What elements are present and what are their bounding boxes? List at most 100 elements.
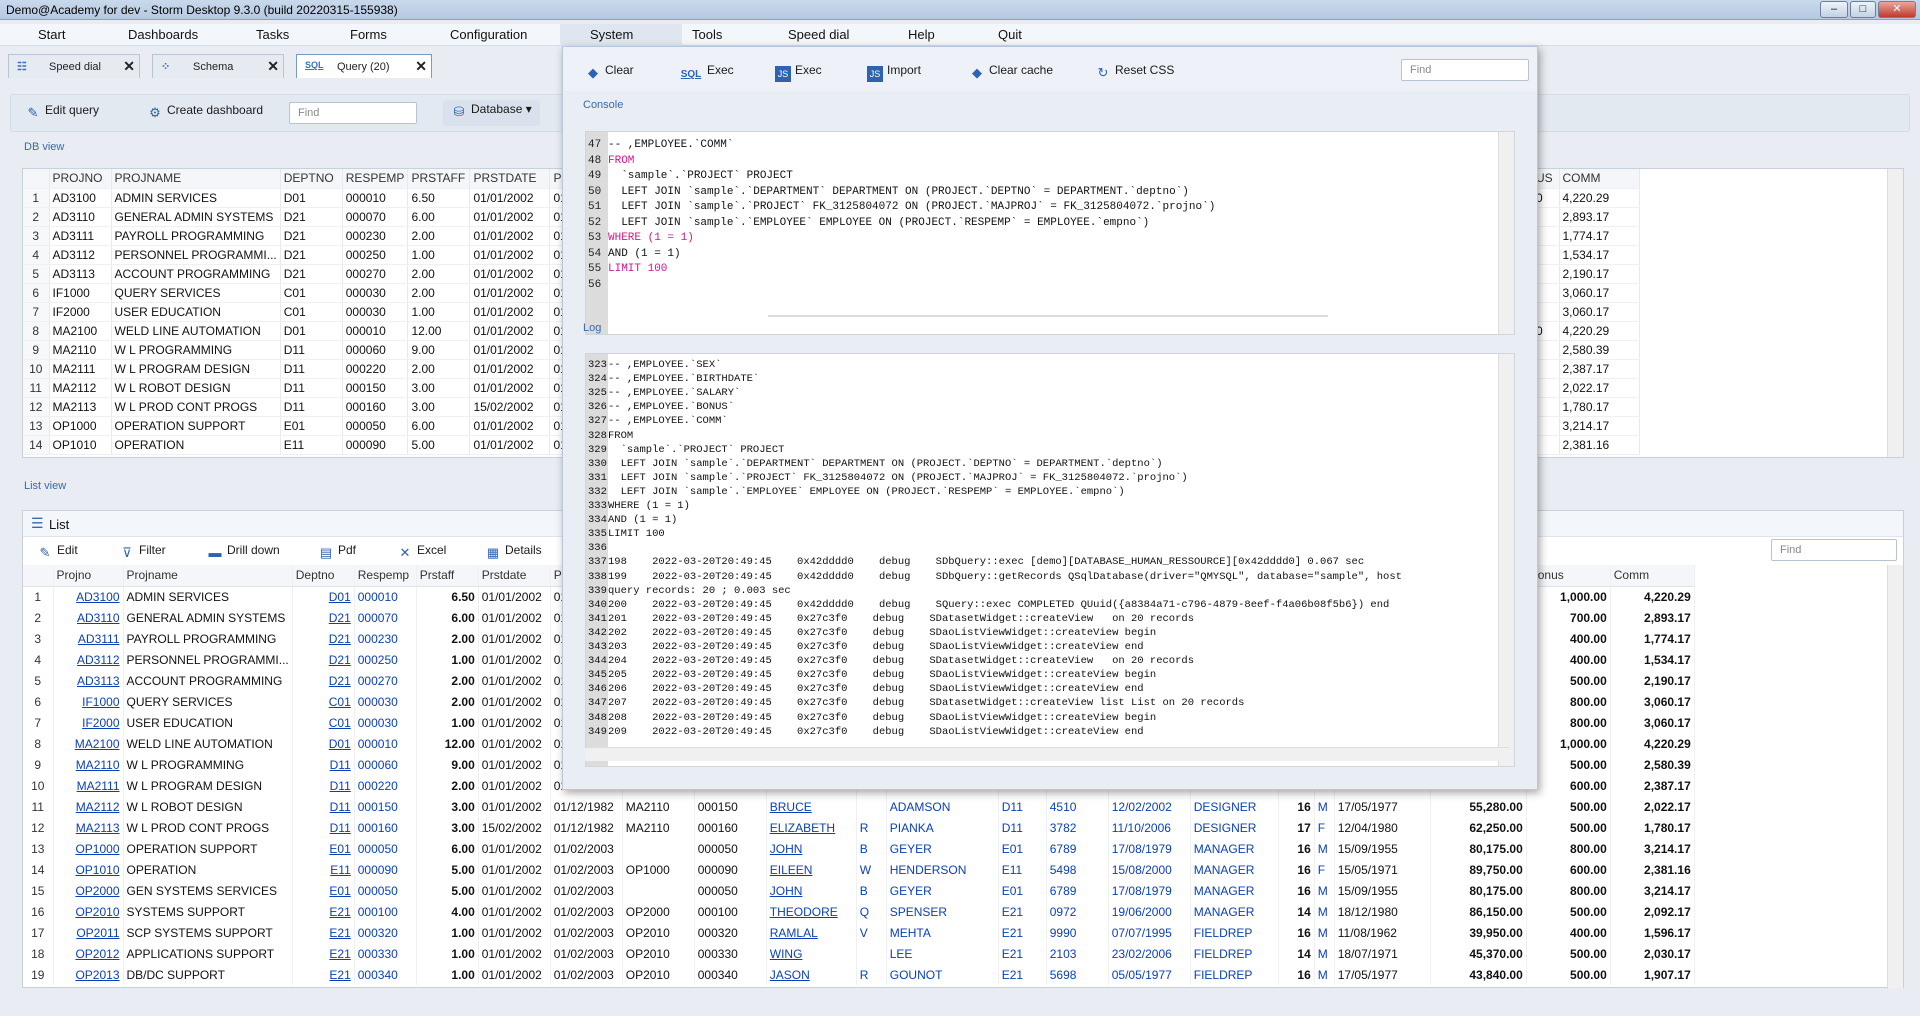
table-row[interactable]: 3,060.17 xyxy=(1533,283,1640,303)
link[interactable]: E01 xyxy=(329,884,350,898)
menu-dashboards[interactable]: Dashboards xyxy=(122,27,204,45)
db-view-scrollbar[interactable] xyxy=(1887,169,1903,457)
link[interactable]: AD3100 xyxy=(76,590,119,604)
table-row[interactable]: 3,060.17 xyxy=(1533,302,1640,322)
col-deptno[interactable]: DEPTNO xyxy=(280,169,343,189)
menu-tools[interactable]: Tools xyxy=(686,27,728,45)
table-row[interactable]: 2,580.39 xyxy=(1533,340,1640,360)
link[interactable]: THEODORE xyxy=(770,905,838,919)
drill-down-button[interactable]: ▬ Drill down xyxy=(207,543,280,561)
menu-tasks[interactable]: Tasks xyxy=(250,27,295,45)
list-scrollbar[interactable] xyxy=(1887,565,1903,989)
table-row[interactable]: 8 MA2100 WELD LINE AUTOMATION D01 000010 12.0… xyxy=(23,321,591,341)
column-header[interactable]: Projno xyxy=(53,565,124,587)
column-header[interactable]: Prstdate xyxy=(478,565,551,587)
table-row[interactable]: 7 IF2000 USER EDUCATION C01 000030 1.00 01/01/… xyxy=(23,302,591,322)
table-row[interactable]: 2,387.17 xyxy=(1533,359,1640,379)
table-row[interactable]: 1,534.17 xyxy=(1533,245,1640,265)
col-projname[interactable]: PROJNAME xyxy=(111,169,281,189)
col-prstdate[interactable]: PRSTDATE xyxy=(469,169,551,189)
list-row[interactable]: 15 OP2000 GEN SYSTEMS SERVICES E01 000050 5.0… xyxy=(23,880,1695,901)
col-comm[interactable]: COMM xyxy=(1559,169,1640,189)
link[interactable]: D21 xyxy=(329,632,351,646)
tab-query[interactable]: SQL Query (20) ✕ xyxy=(296,54,432,78)
link[interactable]: WING xyxy=(770,947,803,961)
link[interactable]: OP1010 xyxy=(75,863,119,877)
link[interactable]: E11 xyxy=(330,863,350,877)
tab-speed-dial[interactable]: ☷ Speed dial ✕ xyxy=(8,54,140,78)
link[interactable]: D01 xyxy=(329,590,351,604)
table-row[interactable]: 4 AD3112 PERSONNEL PROGRAMMI... D21 000250 1.… xyxy=(23,245,591,265)
table-row[interactable]: 10 MA2111 W L PROGRAM DESIGN D11 000220 2.00 0… xyxy=(23,359,591,379)
link[interactable]: C01 xyxy=(329,716,351,730)
table-row[interactable]: 3,214.17 xyxy=(1533,416,1640,436)
list-row[interactable]: 14 OP1010 OPERATION E11 000090 5.00 01/01/2002… xyxy=(23,859,1695,880)
link[interactable]: IF1000 xyxy=(82,695,119,709)
link[interactable]: OP2013 xyxy=(75,968,119,982)
create-dashboard-button[interactable]: ⚙ Create dashboard xyxy=(147,103,263,121)
link[interactable]: D11 xyxy=(330,758,351,772)
table-row[interactable]: 11 MA2112 W L ROBOT DESIGN D11 000150 3.00 01/… xyxy=(23,378,591,398)
system-find-input[interactable]: Find xyxy=(1401,59,1529,81)
close-icon[interactable]: ✕ xyxy=(123,58,135,75)
link[interactable]: MA2111 xyxy=(77,779,120,793)
link[interactable]: OP1000 xyxy=(75,842,119,856)
log-scrollbar[interactable] xyxy=(1498,354,1514,766)
link[interactable]: D01 xyxy=(329,737,351,751)
link[interactable]: OP2012 xyxy=(75,947,119,961)
link[interactable]: EILEEN xyxy=(770,863,813,877)
column-header[interactable]: Respemp xyxy=(354,565,417,587)
link[interactable]: AD3110 xyxy=(77,611,119,625)
list-row[interactable]: 11 MA2112 W L ROBOT DESIGN D11 000150 3.00 01/… xyxy=(23,796,1695,817)
details-button[interactable]: ▦ Details xyxy=(485,543,542,561)
table-row[interactable]: 6 IF1000 QUERY SERVICES C01 000030 2.00 01/01/… xyxy=(23,283,591,303)
link[interactable]: OP2010 xyxy=(75,905,119,919)
table-row[interactable]: 2,381.16 xyxy=(1533,435,1640,455)
link[interactable]: E21 xyxy=(329,968,350,982)
link[interactable]: D11 xyxy=(330,779,351,793)
splitter[interactable] xyxy=(768,315,1328,317)
link[interactable]: MA2110 xyxy=(76,758,120,772)
close-window-button[interactable]: ✕ xyxy=(1878,1,1916,18)
menu-icon[interactable]: ☰ xyxy=(31,515,44,532)
table-row[interactable]: 1,780.17 xyxy=(1533,397,1640,417)
table-row[interactable]: 5 AD3113 ACCOUNT PROGRAMMING D21 000270 2.00 0… xyxy=(23,264,591,284)
js-exec-button[interactable]: JS Exec xyxy=(775,63,822,82)
minimize-button[interactable]: – xyxy=(1820,1,1848,18)
link[interactable]: E01 xyxy=(329,842,350,856)
maximize-button[interactable]: □ xyxy=(1850,1,1876,18)
link[interactable]: JOHN xyxy=(770,884,803,898)
menu-forms[interactable]: Forms xyxy=(344,27,393,45)
clear-button[interactable]: ◆ Clear xyxy=(585,63,634,81)
list-find-input[interactable]: Find xyxy=(1771,539,1897,561)
table-row[interactable]: 2,190.17 xyxy=(1533,264,1640,284)
tab-schema[interactable]: ⁘ Schema ✕ xyxy=(152,54,284,78)
menu-system[interactable]: System xyxy=(560,24,682,46)
table-row[interactable]: 1,774.17 xyxy=(1533,226,1640,246)
pdf-button[interactable]: ▤ Pdf xyxy=(318,543,356,561)
table-row[interactable]: 3 AD3111 PAYROLL PROGRAMMING D21 000230 2.00 0… xyxy=(23,226,591,246)
link[interactable]: RAMLAL xyxy=(770,926,818,940)
table-row[interactable]: 9 MA2110 W L PROGRAMMING D11 000060 9.00 01/01… xyxy=(23,340,591,360)
link[interactable]: OP2011 xyxy=(76,926,119,940)
list-row[interactable]: 17 OP2011 SCP SYSTEMS SUPPORT E21 000320 1.00… xyxy=(23,922,1695,943)
link[interactable]: C01 xyxy=(329,695,351,709)
log-output[interactable]: 323-- ,EMPLOYEE.`SEX` 324-- ,EMPLOYEE.`BI… xyxy=(585,353,1515,767)
link[interactable]: D21 xyxy=(329,653,351,667)
table-row[interactable]: 12 MA2113 W L PROD CONT PROGS D11 000160 3.00… xyxy=(23,397,591,417)
list-row[interactable]: 12 MA2113 W L PROD CONT PROGS D11 000160 3.00… xyxy=(23,817,1695,838)
filter-button[interactable]: ⊽ Filter xyxy=(119,543,165,561)
column-header[interactable] xyxy=(23,565,54,587)
console-scrollbar[interactable] xyxy=(1498,132,1514,334)
link[interactable]: ELIZABETH xyxy=(770,821,835,835)
link[interactable]: BRUCE xyxy=(770,800,812,814)
link[interactable]: JOHN xyxy=(770,842,803,856)
column-header[interactable]: Projname xyxy=(123,565,293,587)
column-header[interactable]: Prstaff xyxy=(416,565,479,587)
col-respemp[interactable]: RESPEMP xyxy=(342,169,409,189)
edit-button[interactable]: ✎ Edit xyxy=(37,543,78,561)
list-row[interactable]: 16 OP2010 SYSTEMS SUPPORT E21 000100 4.00 01/0… xyxy=(23,901,1695,922)
table-row[interactable]: 2 AD3110 GENERAL ADMIN SYSTEMS D21 000070 6.0… xyxy=(23,207,591,227)
list-row[interactable]: 18 OP2012 APPLICATIONS SUPPORT E21 000330 1.0… xyxy=(23,943,1695,964)
table-row[interactable]: 13 OP1000 OPERATION SUPPORT E01 000050 6.00 01… xyxy=(23,416,591,436)
